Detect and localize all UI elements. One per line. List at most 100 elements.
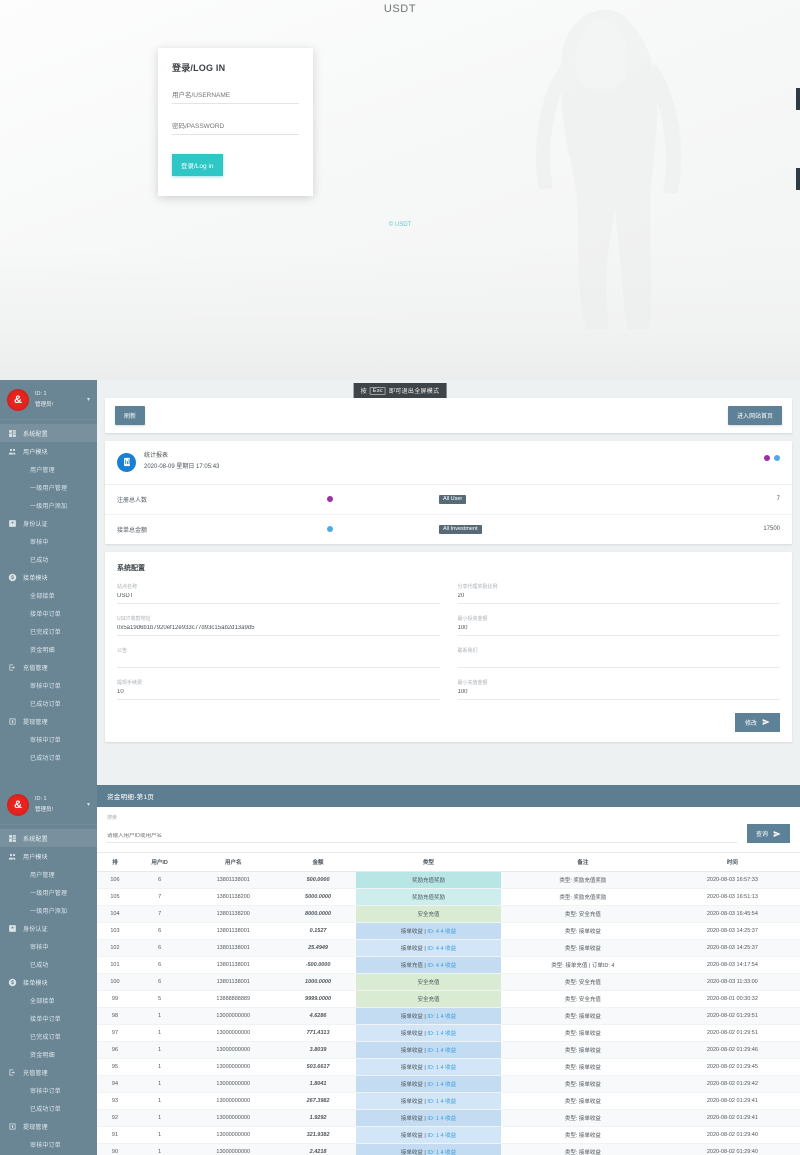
settings-field-input[interactable]: [457, 592, 780, 604]
order-link[interactable]: ID: 1 4 收益: [427, 1099, 456, 1105]
search-button-label: 查询: [755, 832, 768, 838]
login-submit-button[interactable]: 登录/Log in: [172, 154, 223, 176]
sidebar-brand-finance[interactable]: ID: 1 管理员! ▾: [0, 785, 97, 825]
settings-field-input[interactable]: [457, 688, 780, 700]
sidebar-item-16[interactable]: 提现管理: [0, 1117, 97, 1135]
order-link[interactable]: ID: 1 4 收益: [427, 1150, 456, 1155]
sidebar-item-11[interactable]: 已完成订单: [0, 1027, 97, 1045]
sidebar-item-10[interactable]: 接单中订单: [0, 1009, 97, 1027]
sidebar-item-7[interactable]: 已成功: [0, 955, 97, 973]
edge-tab-bottom[interactable]: [796, 168, 800, 190]
settings-submit-button[interactable]: 修改: [734, 712, 780, 732]
sidebar-item-1[interactable]: 用户模块: [0, 442, 97, 460]
sidebar-item-0[interactable]: 系统配置: [0, 829, 97, 847]
order-link[interactable]: ID: 1 4 收益: [427, 1031, 456, 1037]
stat-label: 接单总金额: [117, 527, 148, 534]
row-username: 13888888889: [186, 990, 281, 1008]
order-link[interactable]: ID: 1 4 收益: [427, 1048, 456, 1054]
sidebar-item-8[interactable]: 接单模块: [0, 568, 97, 586]
sidebar-item-14[interactable]: 审核中订单: [0, 676, 97, 694]
sidebar-item-12[interactable]: 资金明细: [0, 640, 97, 658]
refresh-button[interactable]: 刷新: [115, 406, 146, 425]
sidebar-item-3[interactable]: 一级用户管理: [0, 883, 97, 901]
order-link[interactable]: ID: 1 4 收益: [427, 1082, 456, 1088]
sidebar-item-5[interactable]: 身份认证: [0, 919, 97, 937]
sidebar-item-8[interactable]: 接单模块: [0, 973, 97, 991]
row-amount: 5000.0000: [280, 888, 356, 906]
sidebar-item-4[interactable]: 一级用户添加: [0, 496, 97, 514]
row-type: 安全充值: [355, 973, 501, 991]
row-amount: -500.0000: [280, 956, 356, 974]
order-link[interactable]: ID: 4 4 收益: [427, 963, 456, 969]
dashboard-page: 按 Esc 即可退出全屏模式 ID: 1 管理员! ▾ 系统配置用户模块用户管理…: [0, 380, 800, 785]
row-amount: 4.6286: [280, 1007, 356, 1025]
sidebar-item-15[interactable]: 已成功订单: [0, 694, 97, 712]
order-link[interactable]: ID: 1 4 收益: [427, 1116, 456, 1122]
sidebar-item-10[interactable]: 接单中订单: [0, 604, 97, 622]
sidebar-item-label: 提现管理: [23, 1124, 48, 1131]
sidebar-item-7[interactable]: 已成功: [0, 550, 97, 568]
search-input[interactable]: [107, 833, 737, 843]
table-row: 90 1 13000000000 2.4218 接单收益 | ID: 1 4 收益 类型:…: [97, 1143, 800, 1155]
search-button[interactable]: 查询: [746, 824, 790, 843]
row-user-id: 1: [132, 1126, 187, 1144]
order-link[interactable]: ID: 4 4 收益: [427, 946, 456, 952]
sidebar-item-13[interactable]: 充值管理: [0, 1063, 97, 1081]
row-type-sep: |: [424, 1133, 426, 1139]
sidebar-item-5[interactable]: 身份认证: [0, 514, 97, 532]
chevron-down-icon[interactable]: ▾: [87, 396, 90, 403]
sidebar-item-12[interactable]: 资金明细: [0, 1045, 97, 1063]
sidebar-item-17[interactable]: 审核中订单: [0, 1135, 97, 1153]
settings-field: 最小充值金额: [457, 679, 780, 700]
row-type-sep: |: [424, 929, 426, 935]
row-type-label: 接单收益: [400, 1048, 423, 1054]
row-type-label: 接单收益: [400, 1082, 423, 1088]
sidebar-item-13[interactable]: 充值管理: [0, 658, 97, 676]
settings-field-input[interactable]: [117, 656, 440, 668]
sidebar-item-18[interactable]: 已成功订单: [0, 748, 97, 766]
sidebar-item-3[interactable]: 一级用户管理: [0, 478, 97, 496]
sidebar-brand[interactable]: ID: 1 管理员! ▾: [0, 380, 97, 420]
sidebar-item-1[interactable]: 用户模块: [0, 847, 97, 865]
sidebar-item-label: 一级用户管理: [30, 485, 68, 492]
row-username: 13000000000: [186, 1092, 281, 1110]
sidebar-item-2[interactable]: 用户管理: [0, 460, 97, 478]
order-link[interactable]: ID: 1 4 收益: [427, 1065, 456, 1071]
chevron-down-icon[interactable]: ▾: [87, 801, 90, 808]
sidebar-user-id: ID: 1: [35, 391, 47, 398]
settings-field-input[interactable]: [117, 592, 440, 604]
settings-field-input[interactable]: [457, 656, 780, 668]
settings-field-input[interactable]: [117, 688, 440, 700]
visit-site-button[interactable]: 进入网站首页: [727, 406, 782, 425]
row-type: 接单收益 | ID: 1 4 收益: [355, 1041, 501, 1059]
settings-field-input[interactable]: [117, 624, 440, 636]
row-time: 2020-08-02 01:29:45: [664, 1058, 800, 1076]
row-type-sep: |: [424, 963, 426, 969]
order-link[interactable]: ID: 4 4 收益: [427, 929, 456, 935]
sidebar-item-17[interactable]: 审核中订单: [0, 730, 97, 748]
sidebar-item-4[interactable]: 一级用户添加: [0, 901, 97, 919]
password-input[interactable]: [172, 121, 299, 135]
sidebar-item-11[interactable]: 已完成订单: [0, 622, 97, 640]
sidebar-item-15[interactable]: 已成功订单: [0, 1099, 97, 1117]
username-input[interactable]: [172, 90, 299, 104]
sidebar-item-0[interactable]: 系统配置: [0, 424, 97, 442]
order-link[interactable]: ID: 1 4 收益: [427, 1014, 456, 1020]
row-type-sep: |: [424, 1150, 426, 1155]
order-link[interactable]: ID: 1 4 收益: [427, 1133, 456, 1139]
sidebar-item-14[interactable]: 审核中订单: [0, 1081, 97, 1099]
sidebar-item-9[interactable]: 全部接单: [0, 991, 97, 1009]
table-row: 97 1 13000000000 771.4313 接单收益 | ID: 1 4 收益类…: [97, 1024, 800, 1042]
sidebar-item-16[interactable]: 提现管理: [0, 712, 97, 730]
sidebar-item-2[interactable]: 用户管理: [0, 865, 97, 883]
row-id: 92: [97, 1109, 133, 1127]
row-amount: 8000.0000: [280, 905, 356, 923]
settings-field: USDT收款地址: [117, 615, 440, 636]
sidebar-item-6[interactable]: 审核中: [0, 532, 97, 550]
settings-field-input[interactable]: [457, 624, 780, 636]
sidebar-item-6[interactable]: 审核中: [0, 937, 97, 955]
sidebar-item-label: 审核中: [30, 539, 49, 546]
finance-table: 排用户ID 用户名 金额 类型 备注 时间 106 6 13801138001 500.0000…: [97, 852, 800, 1155]
sidebar-item-9[interactable]: 全部接单: [0, 586, 97, 604]
edge-tab-top[interactable]: [796, 88, 800, 110]
